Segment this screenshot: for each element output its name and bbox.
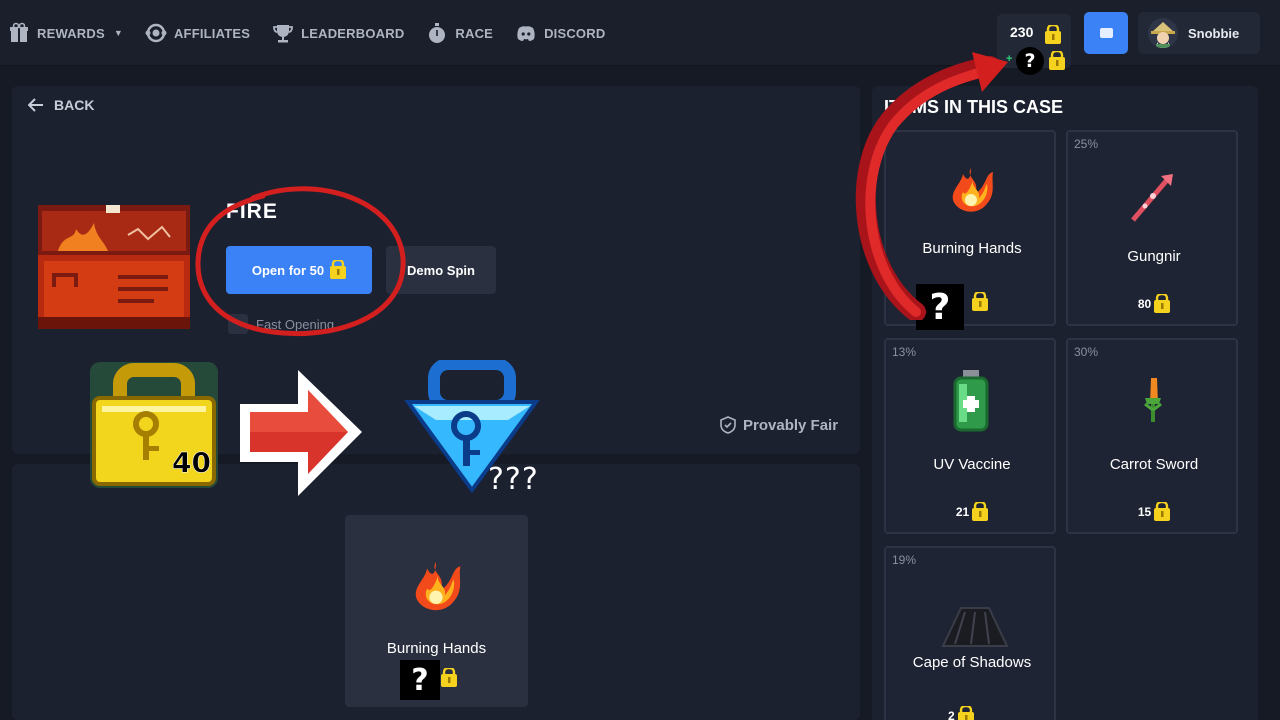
item-price-value: 2 bbox=[948, 709, 955, 720]
demo-spin-label: Demo Spin bbox=[407, 262, 475, 278]
gungnir-icon bbox=[1131, 174, 1173, 222]
item-chance: 19% bbox=[892, 553, 917, 567]
balance-amount: 230 bbox=[1010, 24, 1034, 40]
nav-affiliates-label: AFFILIATES bbox=[173, 25, 251, 41]
top-navbar: REWARDS ▼ AFFILIATES LEADERBOARD RACE DI… bbox=[0, 0, 1280, 75]
burning-hands-icon bbox=[415, 561, 461, 611]
item-card[interactable]: 30% Carrot Sword 15 bbox=[1066, 338, 1238, 534]
item-price-value: 15 bbox=[1137, 505, 1152, 519]
provably-fair-link[interactable]: Provably Fair bbox=[720, 416, 838, 434]
item-card[interactable]: 13% UV Vaccine 21 bbox=[884, 338, 1056, 534]
red-arrow-annotation bbox=[855, 52, 1008, 320]
result-card: Burning Hands ? bbox=[345, 515, 528, 707]
provably-fair-label: Provably Fair bbox=[743, 416, 839, 434]
item-name: UV Vaccine bbox=[933, 456, 1011, 473]
nav-race[interactable]: RACE bbox=[426, 22, 493, 44]
shield-icon bbox=[720, 416, 736, 434]
fire-case-image bbox=[38, 205, 190, 329]
carrot-sword-icon bbox=[1144, 378, 1162, 422]
avatar bbox=[1148, 18, 1178, 48]
world-lock-icon bbox=[1049, 51, 1065, 71]
red-circle-annotation bbox=[195, 186, 406, 337]
gift-icon bbox=[10, 22, 28, 42]
item-price: 2 bbox=[948, 706, 974, 720]
item-price: 15 bbox=[1068, 502, 1240, 522]
uv-vaccine-icon bbox=[953, 370, 989, 432]
item-name: Carrot Sword bbox=[1109, 456, 1199, 473]
user-menu[interactable]: Snobbie bbox=[1138, 12, 1260, 54]
item-card[interactable]: 25% Gungnir 80 bbox=[1066, 130, 1238, 326]
chevron-down-icon: ▼ bbox=[113, 28, 123, 38]
arrow-left-icon bbox=[28, 98, 43, 112]
unknown-value-text: ??? bbox=[488, 462, 539, 497]
item-chance: 13% bbox=[892, 345, 917, 359]
nav-race-label: RACE bbox=[455, 25, 494, 41]
wallet-button[interactable] bbox=[1084, 12, 1128, 54]
item-chance: 30% bbox=[1074, 345, 1099, 359]
world-lock-icon bbox=[972, 502, 989, 522]
nav-affiliates[interactable]: AFFILIATES bbox=[145, 22, 250, 44]
item-price: 21 bbox=[886, 502, 1058, 522]
stopwatch-icon bbox=[429, 23, 446, 43]
cape-icon bbox=[941, 607, 1009, 647]
world-lock-icon bbox=[957, 706, 974, 720]
world-lock-icon bbox=[441, 668, 457, 688]
item-name: Gungnir bbox=[1127, 248, 1181, 265]
world-lock-icon bbox=[1154, 294, 1171, 314]
item-price: 80 bbox=[1068, 294, 1240, 314]
item-chance: 25% bbox=[1074, 137, 1099, 151]
wallet-icon bbox=[1099, 28, 1113, 38]
nav-rewards[interactable]: REWARDS ▼ bbox=[8, 22, 123, 44]
item-price-value: 80 bbox=[1137, 297, 1152, 311]
discord-icon bbox=[517, 26, 535, 41]
item-price-value: 21 bbox=[955, 505, 970, 519]
red-arrow-graphic bbox=[240, 370, 362, 496]
hidden-balance-mark: ? bbox=[1016, 47, 1044, 75]
trophy-icon bbox=[273, 25, 294, 43]
nav-leaderboard-label: LEADERBOARD bbox=[301, 25, 405, 41]
world-lock-icon bbox=[1045, 25, 1061, 45]
hidden-price-mark: ? bbox=[400, 660, 440, 700]
main-nav: REWARDS ▼ AFFILIATES LEADERBOARD RACE DI… bbox=[8, 22, 605, 44]
nav-rewards-label: REWARDS bbox=[37, 25, 105, 41]
world-lock-count: 40 bbox=[172, 446, 211, 480]
nav-leaderboard[interactable]: LEADERBOARD bbox=[272, 22, 404, 44]
nav-discord[interactable]: DISCORD bbox=[515, 22, 605, 44]
affiliates-icon bbox=[145, 23, 167, 43]
nav-discord-label: DISCORD bbox=[544, 25, 606, 41]
username: Snobbie bbox=[1188, 25, 1240, 41]
world-lock-icon bbox=[1154, 502, 1171, 522]
result-item-name: Burning Hands bbox=[386, 640, 487, 657]
item-card[interactable]: 19% Cape of Shadows bbox=[884, 546, 1056, 720]
back-label: BACK bbox=[54, 97, 95, 113]
back-button[interactable]: BACK bbox=[28, 97, 94, 113]
item-name: Cape of Shadows bbox=[912, 654, 1032, 671]
